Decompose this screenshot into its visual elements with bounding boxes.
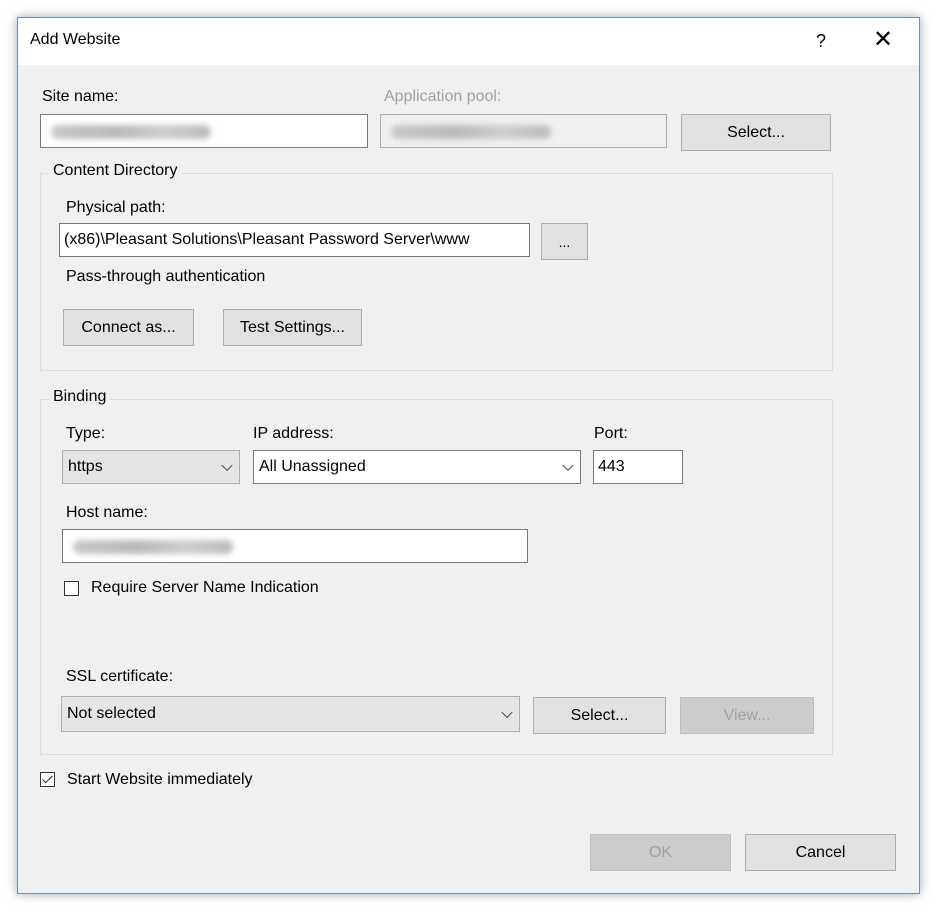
type-dropdown[interactable]: https bbox=[62, 450, 240, 484]
browse-button[interactable]: ... bbox=[541, 223, 588, 260]
start-website-label: Start Website immediately bbox=[67, 771, 253, 788]
physical-path-label: Physical path: bbox=[66, 199, 166, 216]
require-sni-checkbox[interactable] bbox=[64, 581, 79, 596]
ip-address-label: IP address: bbox=[253, 425, 334, 442]
ssl-certificate-dropdown[interactable]: Not selected bbox=[61, 696, 520, 732]
checkmark-icon bbox=[42, 772, 53, 784]
host-name-label: Host name: bbox=[66, 504, 148, 521]
host-name-input[interactable] bbox=[62, 529, 528, 563]
physical-path-input[interactable]: (x86)\Pleasant Solutions\Pleasant Passwo… bbox=[59, 223, 530, 257]
binding-title: Binding bbox=[49, 388, 111, 406]
cancel-button[interactable]: Cancel bbox=[745, 834, 896, 871]
site-name-input[interactable] bbox=[40, 114, 368, 148]
host-name-redacted bbox=[73, 540, 233, 554]
ssl-certificate-value: Not selected bbox=[67, 705, 156, 722]
require-sni-label: Require Server Name Indication bbox=[91, 579, 319, 596]
port-label: Port: bbox=[594, 425, 628, 442]
type-value: https bbox=[68, 458, 103, 475]
chevron-down-icon bbox=[501, 706, 513, 719]
start-website-checkbox[interactable] bbox=[40, 772, 55, 787]
ok-button: OK bbox=[590, 834, 731, 871]
ip-address-dropdown[interactable]: All Unassigned bbox=[253, 450, 581, 484]
chevron-down-icon bbox=[562, 459, 574, 472]
application-pool-label: Application pool: bbox=[384, 88, 502, 105]
ssl-select-button[interactable]: Select... bbox=[533, 697, 666, 734]
site-name-label: Site name: bbox=[42, 88, 119, 105]
site-name-redacted bbox=[51, 125, 211, 139]
add-website-dialog: Add Website ? ✕ Site name: Application p… bbox=[17, 17, 920, 894]
ssl-certificate-label: SSL certificate: bbox=[66, 668, 174, 685]
application-pool-redacted bbox=[391, 125, 551, 139]
test-settings-button[interactable]: Test Settings... bbox=[223, 309, 362, 346]
window-title: Add Website bbox=[30, 31, 121, 48]
ip-address-value: All Unassigned bbox=[259, 458, 366, 475]
title-bar: Add Website ? ✕ bbox=[18, 18, 919, 65]
close-icon[interactable]: ✕ bbox=[866, 24, 900, 58]
ssl-view-button: View... bbox=[680, 697, 814, 734]
connect-as-button[interactable]: Connect as... bbox=[63, 309, 194, 346]
select-app-pool-button[interactable]: Select... bbox=[681, 114, 831, 151]
pass-through-auth-label: Pass-through authentication bbox=[66, 268, 266, 285]
port-input[interactable]: 443 bbox=[593, 450, 683, 484]
chevron-down-icon bbox=[221, 459, 233, 472]
type-label: Type: bbox=[66, 425, 106, 442]
application-pool-input bbox=[380, 114, 667, 148]
help-icon[interactable]: ? bbox=[808, 26, 834, 56]
content-directory-title: Content Directory bbox=[49, 162, 182, 180]
